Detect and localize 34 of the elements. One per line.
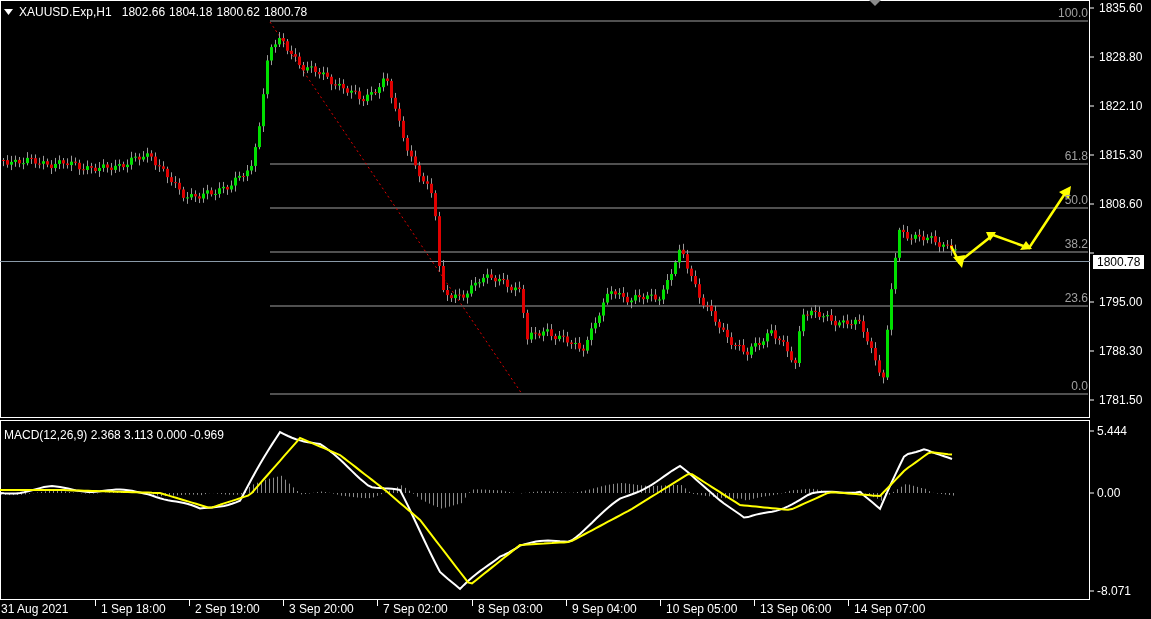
fibonacci-level-label: 61.8 [1064,149,1088,163]
price-axis-label: 1822.10 [1099,99,1143,113]
fibonacci-level-label: 100.0 [1057,6,1088,20]
time-axis-label: 8 Sep 03:00 [478,602,543,616]
fibonacci-level-label: 23.6 [1064,291,1088,305]
time-axis-label: 13 Sep 06:00 [760,602,832,616]
price-value: 1804.18 [169,4,213,21]
price-axis-label: 1795.00 [1099,295,1143,309]
time-axis-label: 1 Sep 18:00 [101,602,166,616]
price-value: 1802.66 [121,4,166,21]
price-axis-label: 1788.30 [1099,344,1143,358]
fibonacci-level-label: 50.0 [1064,193,1088,207]
time-axis-label: 9 Sep 04:00 [572,602,637,616]
fibonacci-level-label: 38.2 [1064,237,1088,251]
time-axis-label: 3 Sep 20:00 [289,602,354,616]
time-axis-label: 2 Sep 19:00 [195,602,260,616]
price-axis-label: 1815.30 [1099,148,1143,162]
time-axis-label: 14 Sep 07:00 [854,602,926,616]
macd-axis-label: 0.00 [1097,486,1121,500]
price-axis-label: 1781.50 [1099,393,1143,407]
symbol-label: XAUUSD.Exp,H1 [19,4,112,21]
price-value: 1800.78 [263,4,308,21]
time-axis-label: 7 Sep 02:00 [383,602,448,616]
time-axis-label: 10 Sep 05:00 [666,602,738,616]
price-axis-label: 1808.60 [1099,197,1143,211]
macd-axis-label: -8.071 [1097,584,1132,598]
price-axis-label: 1835.60 [1099,1,1143,15]
current-price-tag: 1800.78 [1093,255,1145,269]
macd-label: MACD(12,26,9) 2.368 3.113 0.000 -0.969 [4,427,224,444]
fibonacci-level-label: 0.0 [1071,379,1088,393]
time-axis-label: 31 Aug 2021 [1,602,69,616]
price-value: 1800.62 [216,4,260,21]
macd-axis-label: 5.444 [1097,424,1128,438]
price-axis-label: 1828.80 [1099,50,1143,64]
